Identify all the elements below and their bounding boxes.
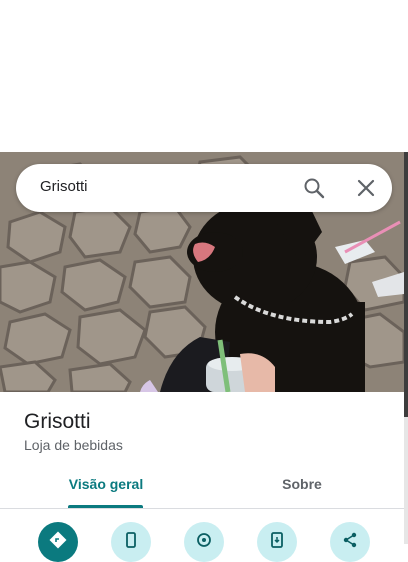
call-button[interactable]: [111, 522, 151, 562]
location-icon: [197, 533, 211, 547]
directions-icon: [49, 531, 67, 549]
tab-divider: [0, 508, 404, 509]
save-to-phone-icon: [271, 532, 283, 548]
nearby-button[interactable]: [184, 522, 224, 562]
tab-overview[interactable]: Visão geral: [55, 476, 157, 492]
search-bar[interactable]: Grisotti: [16, 164, 392, 212]
map-area-blank: [0, 0, 408, 152]
share-icon: [343, 532, 357, 548]
tab-about[interactable]: Sobre: [252, 476, 352, 492]
close-icon[interactable]: [354, 176, 378, 200]
place-title: Grisotti: [24, 410, 91, 433]
directions-button[interactable]: [38, 522, 78, 562]
phone-icon: [126, 532, 136, 548]
search-icon[interactable]: [302, 176, 326, 200]
send-to-phone-button[interactable]: [257, 522, 297, 562]
search-input[interactable]: Grisotti: [40, 178, 88, 195]
share-button[interactable]: [330, 522, 370, 562]
scrollbar-thumb[interactable]: [404, 152, 408, 417]
place-category: Loja de bebidas: [24, 437, 123, 453]
